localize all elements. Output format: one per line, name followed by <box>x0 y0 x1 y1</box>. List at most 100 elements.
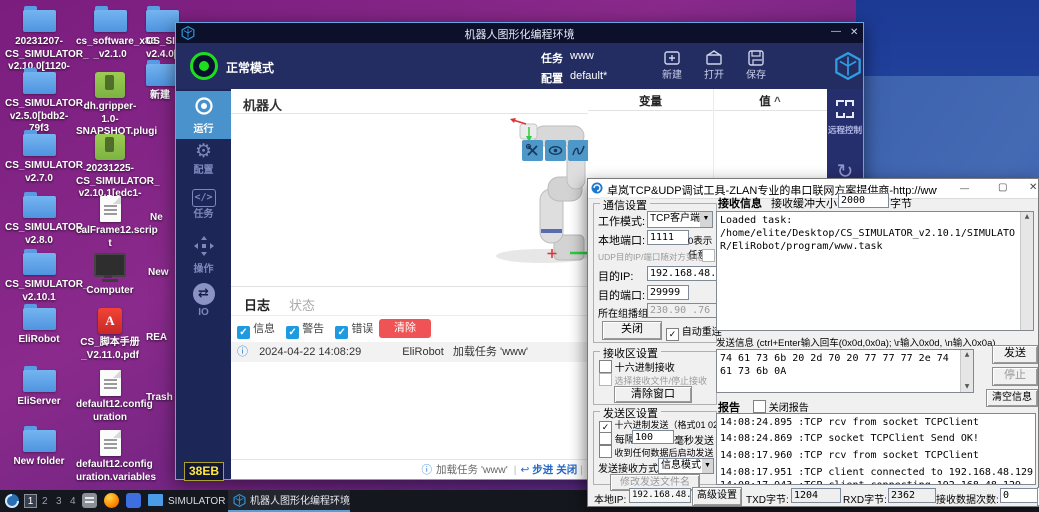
workspace-3[interactable]: 3 <box>56 495 62 509</box>
step-link[interactable]: 步进 <box>532 462 553 477</box>
taskbar-folder-label[interactable]: SIMULATOR <box>168 495 225 508</box>
minimize-button[interactable]: — <box>831 25 841 39</box>
app-titlebar[interactable]: 机器人图形化编程环境 — ✕ <box>176 23 863 43</box>
close-task-link[interactable]: 关闭 <box>556 462 577 477</box>
clear-window-button[interactable]: 清除窗口 <box>614 386 692 403</box>
desktop-item-label[interactable]: REA <box>146 332 167 345</box>
interval-send-checkbox[interactable] <box>599 432 612 445</box>
scroll-up-icon[interactable]: ▲ <box>1021 212 1033 222</box>
hex-recv-option[interactable]: 十六进制接收 <box>599 359 675 374</box>
workspace-4[interactable]: 4 <box>70 495 76 509</box>
desktop-icon[interactable]: ACS_脚本手册 _V2.11.0.pdf <box>76 308 144 362</box>
scroll-down-icon[interactable]: ▼ <box>961 382 973 392</box>
close-report-checkbox[interactable] <box>753 400 766 413</box>
udp-follow-checkbox[interactable] <box>702 249 715 262</box>
send-button[interactable]: 发送 <box>992 345 1038 364</box>
trace-button[interactable] <box>568 140 589 161</box>
interval-input[interactable]: 100 <box>632 430 674 444</box>
document-icon <box>100 430 121 456</box>
config-value[interactable]: default* <box>570 70 607 82</box>
sort-asc-icon[interactable]: ^ <box>774 96 781 108</box>
desktop-icon[interactable]: cs_software_x86 _v2.1.0 <box>76 10 144 61</box>
dropdown-arrow-icon[interactable]: ▼ <box>702 459 713 473</box>
new-button[interactable]: 新建 <box>654 48 690 81</box>
close-button[interactable]: ✕ <box>850 26 858 40</box>
variables-col-var[interactable]: 变量 <box>588 93 713 109</box>
auto-reconnect-checkbox[interactable]: ✓ <box>666 328 679 341</box>
receive-textarea[interactable]: Loaded task: /home/elite/Desktop/CS_SIMU… <box>716 211 1034 331</box>
clear-info-button[interactable]: 清空信息 <box>986 389 1038 407</box>
report-textarea[interactable]: 14:08:24.895 :TCP rcv from socket TCPCli… <box>716 413 1036 485</box>
send-textarea[interactable]: 74 61 73 6b 20 2d 70 20 77 77 77 2e 74 6… <box>716 349 974 393</box>
checkbox-checked-icon[interactable]: ✓ <box>237 326 250 339</box>
auto-send-checkbox[interactable] <box>599 445 612 458</box>
desktop-icon[interactable]: New folder <box>5 430 73 469</box>
tcp-close-button[interactable]: ✕ <box>1029 181 1037 195</box>
sidebar-item-task[interactable]: </> 任务 <box>176 187 231 229</box>
taskbar-folder-icon[interactable] <box>148 494 163 506</box>
hex-recv-checkbox[interactable] <box>599 360 612 373</box>
chat-app-icon[interactable] <box>126 493 141 508</box>
remote-control-item[interactable]: 远程控制 <box>827 99 863 135</box>
tcp-maximize-button[interactable]: ▢ <box>998 181 1007 195</box>
desktop-icon[interactable]: CS_SIMULATOR_ v2.7.0 <box>5 134 73 185</box>
work-mode-select[interactable]: TCP客户端 ▼ <box>647 211 713 228</box>
task-value[interactable]: www <box>570 50 594 62</box>
log-entry-row[interactable]: ⓘ 2024-04-22 14:08:29 EliRobot 加载任务 'www… <box>231 342 588 362</box>
desktop-icon[interactable]: default12.config uration <box>76 370 144 424</box>
sidebar-item-run[interactable]: 运行 <box>176 91 231 139</box>
desktop-item-label[interactable]: New <box>148 267 169 280</box>
auto-send-option[interactable]: 收到任何数据后启动发送 <box>599 445 714 459</box>
close-report-option[interactable]: 关闭报告 <box>753 399 809 414</box>
checkbox-checked-icon[interactable]: ✓ <box>286 326 299 339</box>
dest-port-input[interactable]: 29999 <box>647 285 689 300</box>
disconnect-button[interactable]: 关闭 <box>602 321 662 340</box>
tcp-minimize-button[interactable]: — <box>960 181 969 195</box>
advanced-settings-button[interactable]: 高级设置 <box>692 487 742 506</box>
send-mode-select[interactable]: 信息模式▼ <box>658 458 714 474</box>
tools-button[interactable] <box>522 140 543 161</box>
send-scrollbar[interactable]: ▲▼ <box>960 350 973 392</box>
open-button[interactable]: 打开 <box>696 48 732 81</box>
sidebar-item-operate[interactable]: 操作 <box>176 235 231 277</box>
visibility-button[interactable] <box>545 140 566 161</box>
taskbar-app-item[interactable]: 机器人图形化编程环境 <box>228 490 350 512</box>
sidebar-item-config[interactable]: ⚙ 配置 <box>176 141 231 183</box>
auto-reconnect[interactable]: ✓ 自动重连 <box>666 323 722 341</box>
desktop-icon[interactable]: calFrame12.scrip t <box>76 196 144 250</box>
workspace-1[interactable]: 1 <box>24 494 37 508</box>
tab-status[interactable]: 状态 <box>289 295 315 314</box>
tab-log[interactable]: 日志 <box>244 295 270 314</box>
workspace-2[interactable]: 2 <box>42 495 48 509</box>
desktop-icon[interactable]: CS_SIMULATOR_ v2.8.0 <box>5 196 73 247</box>
file-recv-option[interactable]: 选择接收文件/停止接收 <box>599 373 707 387</box>
files-app-icon[interactable] <box>82 493 97 508</box>
desktop-item-label[interactable]: Ne <box>150 212 163 225</box>
desktop-icon[interactable]: default12.config uration.variables <box>76 430 144 484</box>
save-button[interactable]: 保存 <box>738 48 774 81</box>
new-icon <box>662 48 682 68</box>
filter-info[interactable]: ✓ 信息 <box>237 323 275 335</box>
launcher-icon[interactable] <box>4 493 20 509</box>
recv-count-box[interactable]: 0 <box>1000 488 1039 503</box>
variables-col-val[interactable]: 值 ^ <box>713 93 827 109</box>
filter-warn[interactable]: ✓ 警告 <box>286 323 324 335</box>
checkbox-checked-icon[interactable]: ✓ <box>335 326 348 339</box>
desktop-icon[interactable]: Computer <box>76 253 144 298</box>
desktop-item-label[interactable]: Trash <box>146 392 173 405</box>
dest-ip-input[interactable]: 192.168.48.129 <box>647 266 717 281</box>
recv-buf-input[interactable]: 2000 <box>838 193 889 208</box>
dropdown-arrow-icon[interactable]: ▼ <box>700 212 712 227</box>
tcp-app-icon <box>591 182 603 194</box>
firefox-icon[interactable] <box>104 493 119 508</box>
desktop-icon[interactable]: CS_SIMULATOR_ v2.10.1 <box>5 253 73 304</box>
desktop-icon[interactable]: EliServer <box>5 370 73 409</box>
scroll-up-icon[interactable]: ▲ <box>961 350 973 360</box>
desktop-icon[interactable]: EliRobot <box>5 308 73 347</box>
receive-scrollbar[interactable]: ▲ <box>1020 212 1033 330</box>
filter-error[interactable]: ✓ 错误 <box>335 323 373 335</box>
clear-log-button[interactable]: 清除 <box>379 319 431 338</box>
local-port-input[interactable]: 1111 <box>647 230 689 245</box>
interval-send-option[interactable]: 每隔 <box>599 431 635 446</box>
sidebar-item-io[interactable]: ⇄ IO <box>176 283 231 325</box>
